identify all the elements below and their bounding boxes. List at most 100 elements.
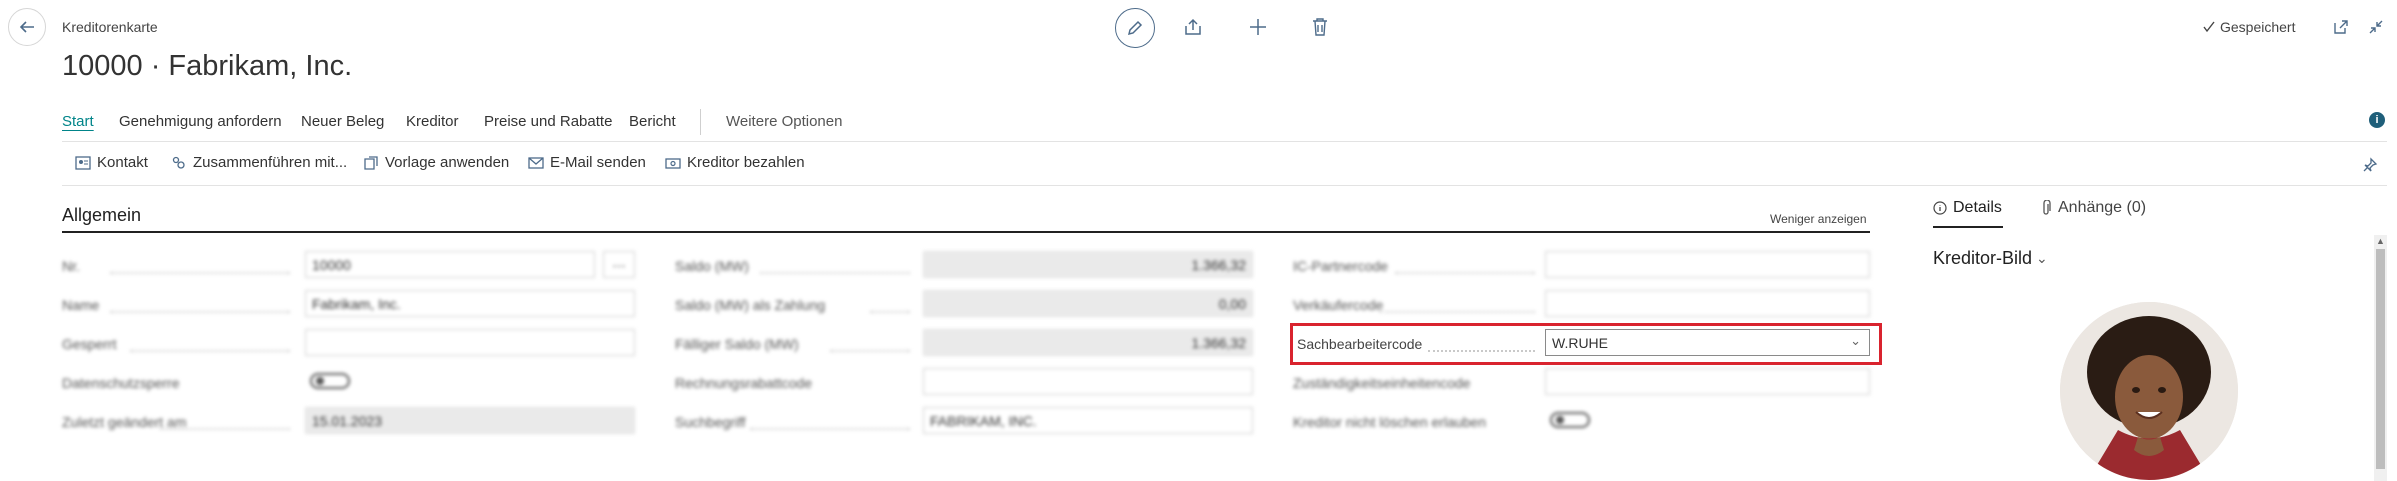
field-label-blocked: Gesperrt xyxy=(62,336,117,352)
action-send-email-label: E-Mail senden xyxy=(550,154,646,171)
balance-payments-field[interactable]: 0,00 xyxy=(923,290,1253,317)
tab-preise-rabatte[interactable]: Preise und Rabatte xyxy=(484,113,612,130)
field-label-privacy-allow: Kreditor nicht löschen erlauben xyxy=(1293,414,1487,430)
purchaser-select[interactable] xyxy=(1545,290,1870,317)
label-leader xyxy=(160,428,290,430)
balance-due-field[interactable]: 1.366,32 xyxy=(923,329,1253,356)
privacy-allow-toggle[interactable] xyxy=(1550,412,1590,428)
factbox-scrollbar[interactable]: ▲ xyxy=(2374,235,2387,481)
page-title: 10000 · Fabrikam, Inc. xyxy=(62,50,353,82)
new-button[interactable] xyxy=(1245,14,1271,40)
field-label-name: Name xyxy=(62,297,100,313)
tab-neuer-beleg[interactable]: Neuer Beleg xyxy=(301,113,384,130)
highlight-box xyxy=(1290,323,1882,365)
field-label-privacy-blocked: Datenschutzsperre xyxy=(62,375,180,391)
factbox-tab-attachments[interactable]: Anhänge (0) xyxy=(2040,199,2146,217)
no-assist-button[interactable]: … xyxy=(603,251,635,278)
pin-icon xyxy=(2363,157,2378,172)
factbox-tab-attachments-label: Anhänge (0) xyxy=(2058,199,2147,216)
back-button[interactable] xyxy=(8,8,46,46)
action-merge-label: Zusammenführen mit... xyxy=(193,154,348,171)
merge-icon xyxy=(172,156,185,169)
vendor-picture-header[interactable]: Kreditor-Bild ⌄ xyxy=(1933,248,2048,269)
action-merge[interactable]: Zusammenführen mit... xyxy=(171,154,347,171)
field-label-balance-payments: Saldo (MW) als Zahlung xyxy=(675,297,826,313)
label-leader xyxy=(130,350,290,352)
action-pay-vendor[interactable]: Kreditor bezahlen xyxy=(665,154,805,171)
responsibility-center-select[interactable] xyxy=(1545,368,1870,395)
tabs-divider xyxy=(62,141,2387,142)
tab-kreditor[interactable]: Kreditor xyxy=(406,113,459,130)
collapse-button[interactable] xyxy=(2365,16,2387,38)
field-label-responsibility-center: Zuständigkeitseinheitencode xyxy=(1293,375,1471,391)
blocked-select[interactable] xyxy=(305,329,635,356)
factbox-tab-details-label: Details xyxy=(1953,199,2002,216)
field-label-balance: Saldo (MW) xyxy=(675,258,749,274)
field-label-purchaser: Verkäufercode xyxy=(1293,297,1384,313)
action-contact[interactable]: Kontakt xyxy=(75,154,148,171)
vendor-avatar xyxy=(2060,302,2238,480)
label-leader xyxy=(750,428,910,430)
delete-button[interactable] xyxy=(1307,14,1333,40)
invoice-discount-field[interactable] xyxy=(923,368,1253,395)
collapse-icon xyxy=(2369,20,2383,34)
privacy-blocked-toggle[interactable] xyxy=(310,373,350,389)
action-apply-template-label: Vorlage anwenden xyxy=(385,154,510,171)
scroll-up-arrow-icon[interactable]: ▲ xyxy=(2374,235,2387,247)
payment-icon xyxy=(665,157,681,169)
balance-field[interactable]: 1.366,32 xyxy=(923,251,1253,278)
chevron-down-icon: ⌄ xyxy=(2036,250,2048,266)
email-icon xyxy=(528,156,544,169)
plus-icon xyxy=(1250,19,1266,35)
field-label-search-name: Suchbegriff xyxy=(675,414,746,430)
share-button[interactable] xyxy=(1180,14,1206,40)
saved-label: Gespeichert xyxy=(2220,19,2296,35)
label-leader xyxy=(870,311,910,313)
label-leader xyxy=(760,272,910,274)
field-label-balance-due: Fälliger Saldo (MW) xyxy=(675,336,799,352)
trash-icon xyxy=(1313,18,1327,36)
checkmark-icon xyxy=(2203,21,2215,33)
breadcrumb: Kreditorenkarte xyxy=(62,19,158,35)
label-leader xyxy=(110,311,290,313)
tab-genehmigung[interactable]: Genehmigung anfordern xyxy=(119,113,282,130)
section-title-general: Allgemein xyxy=(62,205,142,225)
show-less-link[interactable]: Weniger anzeigen xyxy=(1770,212,1867,226)
edit-button[interactable] xyxy=(1115,8,1155,48)
actions-divider xyxy=(62,185,2387,186)
pin-actions-button[interactable] xyxy=(2360,155,2380,175)
scrollbar-thumb[interactable] xyxy=(2376,249,2385,469)
ic-partner-select[interactable] xyxy=(1545,251,1870,278)
open-new-window-button[interactable] xyxy=(2330,16,2352,38)
tab-more-options[interactable]: Weitere Optionen xyxy=(726,113,842,130)
tab-start[interactable]: Start xyxy=(62,113,94,130)
search-name-field[interactable]: FABRIKAM, INC. xyxy=(923,407,1253,434)
factbox-tab-details[interactable]: Details xyxy=(1933,199,2002,217)
action-apply-template[interactable]: Vorlage anwenden xyxy=(363,154,509,171)
factbox-tab-underline xyxy=(1933,226,2003,228)
no-field[interactable]: 10000 xyxy=(305,251,595,278)
info-circle-icon xyxy=(1933,201,1947,215)
last-modified-field: 15.01.2023 xyxy=(305,407,635,434)
section-underline xyxy=(62,231,1870,233)
saved-status: Gespeichert xyxy=(2202,19,2295,35)
contact-card-icon xyxy=(75,155,91,170)
vendor-avatar-image xyxy=(2060,302,2238,480)
field-label-invoice-discount: Rechnungsrabattcode xyxy=(675,375,812,391)
tab-bericht[interactable]: Bericht xyxy=(629,113,676,130)
open-in-new-icon xyxy=(2334,20,2348,34)
action-send-email[interactable]: E-Mail senden xyxy=(528,154,646,171)
vendor-picture-title: Kreditor-Bild xyxy=(1933,248,2033,268)
label-leader xyxy=(830,350,910,352)
label-leader xyxy=(1395,272,1535,274)
field-label-ic-partner: IC-Partnercode xyxy=(1293,258,1388,274)
pencil-icon xyxy=(1127,20,1143,36)
name-field[interactable]: Fabrikam, Inc. xyxy=(305,290,635,317)
template-icon xyxy=(364,155,378,170)
tab-divider xyxy=(700,109,701,135)
action-contact-label: Kontakt xyxy=(97,154,148,171)
field-label-no: Nr. xyxy=(62,258,80,274)
action-pay-vendor-label: Kreditor bezahlen xyxy=(687,154,805,171)
label-leader xyxy=(1380,311,1535,313)
info-icon[interactable]: i xyxy=(2369,112,2385,128)
